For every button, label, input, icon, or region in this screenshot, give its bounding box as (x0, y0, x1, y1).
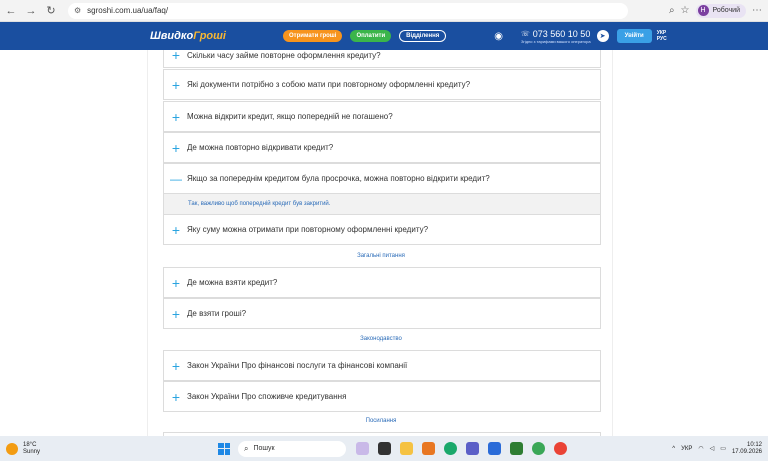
faq-item[interactable]: + Де взяти гроші? (163, 298, 601, 329)
faq-item[interactable]: + Закон України Про споживче кредитуванн… (163, 381, 601, 412)
keyboard-lang[interactable]: УКР (681, 446, 692, 452)
teams-icon[interactable] (466, 442, 480, 455)
faq-question: Закон України Про споживче кредитування (187, 392, 347, 401)
app-icon[interactable] (488, 442, 502, 455)
pay-button[interactable]: Оплатити (350, 30, 392, 42)
site-header: ШвидкоГроші Отримати гроші Оплатити Відд… (0, 22, 768, 50)
faq-question: Закон України Про фінансові послуги та ф… (187, 361, 408, 370)
edge-icon[interactable] (444, 442, 458, 455)
get-money-button[interactable]: Отримати гроші (283, 30, 343, 42)
lang-ru[interactable]: РУС (657, 36, 667, 42)
widget-app-icon[interactable] (356, 442, 370, 455)
zoom-icon[interactable]: ⌕ (669, 5, 675, 16)
plus-icon: + (171, 221, 181, 238)
forward-icon[interactable]: → (22, 2, 40, 20)
faq-item[interactable]: + Де можна взяти кредит? (163, 267, 601, 298)
faq-item[interactable]: + Які документи потрібно з собою мати пр… (163, 69, 601, 100)
weather-widget[interactable]: 18°C Sunny (6, 442, 40, 456)
clock[interactable]: 10:12 17.09.2026 (732, 442, 762, 456)
weather-temp: 18°C (23, 441, 37, 448)
profile-name: Робочий (712, 7, 740, 14)
app-icon[interactable] (510, 442, 524, 455)
windows-start-icon[interactable] (218, 442, 231, 455)
phone-subtext: Згідно з тарифами вашого оператора (521, 38, 591, 44)
search-label: Пошук (253, 445, 275, 452)
faq-item-expanded[interactable]: — Якщо за попереднім кредитом була проср… (163, 163, 601, 194)
faq-item[interactable]: + Закон України Про фінансові послуги та… (163, 350, 601, 381)
eye-icon[interactable]: ◉ (494, 31, 503, 42)
language-switch[interactable]: УКР РУС (657, 30, 667, 42)
minus-icon: — (170, 171, 182, 186)
menu-icon[interactable]: ⋯ (752, 5, 762, 16)
plus-icon: + (171, 76, 181, 93)
plus-icon: + (171, 388, 181, 405)
search-icon: ⌕ (244, 443, 249, 453)
utorrent-icon[interactable] (532, 442, 546, 455)
file-explorer-icon[interactable] (400, 442, 414, 455)
phone-number: 073 560 10 50 (532, 28, 591, 39)
section-title-law[interactable]: Законодавство (148, 336, 614, 342)
faq-item[interactable]: + Можна відкрити кредит, якщо попередній… (163, 101, 601, 132)
section-title-general[interactable]: Загальні питання (148, 253, 614, 259)
sun-icon (6, 442, 18, 455)
faq-item[interactable]: + Де можна повторно відкривати кредит? (163, 132, 601, 163)
address-bar[interactable]: ⚙ sgroshi.com.ua/ua/faq/ (68, 2, 628, 19)
profile-button[interactable]: Н Робочий (695, 3, 746, 18)
weather-desc: Sunny (23, 448, 41, 455)
faq-question: Де можна взяти кредит? (187, 278, 278, 287)
plus-icon: + (171, 305, 181, 322)
faq-question: Якщо за попереднім кредитом була просроч… (187, 174, 490, 183)
plus-icon: + (171, 139, 181, 156)
office-app-icon[interactable] (422, 442, 436, 455)
taskbar: 18°C Sunny ⌕ Пошук ^ УКР ◠ ◁ ▭ 10:12 17.… (0, 436, 768, 461)
wifi-icon[interactable]: ◠ (698, 445, 703, 452)
time: 10:12 (746, 441, 762, 448)
faq-question: Де взяти гроші? (187, 309, 247, 318)
faq-question: Яку суму можна отримати при повторному о… (187, 225, 429, 234)
chrome-icon[interactable] (554, 442, 568, 455)
avatar: Н (697, 5, 709, 16)
phone-icon: ☏ (521, 30, 530, 38)
url-text: sgroshi.com.ua/ua/faq/ (87, 6, 169, 15)
site-info-icon[interactable]: ⚙ (74, 6, 81, 15)
login-button[interactable]: Увійти (616, 29, 652, 43)
plus-icon: + (171, 357, 181, 374)
battery-icon[interactable]: ▭ (720, 445, 726, 452)
section-title-links[interactable]: Посилання (148, 418, 614, 424)
chevron-up-icon[interactable]: ^ (672, 446, 675, 452)
faq-answer: Так, важливо щоб попередній кредит був з… (163, 194, 601, 214)
logo[interactable]: ШвидкоГроші (150, 30, 226, 42)
plus-icon: + (171, 108, 181, 125)
date: 17.09.2026 (731, 448, 762, 455)
faq-question: Де можна повторно відкривати кредит? (187, 143, 334, 152)
reload-icon[interactable]: ↻ (42, 2, 60, 20)
faq-question: Які документи потрібно з собою мати при … (187, 80, 471, 89)
faq-question: Скільки часу займе повторне оформлення к… (187, 50, 381, 60)
branches-button[interactable]: Відділення (399, 30, 447, 42)
faq-question: Можна відкрити кредит, якщо попередній н… (187, 112, 393, 121)
telegram-icon[interactable]: ➤ (596, 30, 609, 42)
back-icon[interactable]: ← (2, 2, 20, 20)
star-icon[interactable]: ☆ (681, 5, 690, 16)
volume-icon[interactable]: ◁ (710, 445, 715, 452)
taskbar-search[interactable]: ⌕ Пошук (238, 440, 347, 457)
logo-main: Швидко (150, 30, 194, 42)
task-view-icon[interactable] (378, 442, 392, 455)
faq-item[interactable]: + Скільки часу займе повторне оформлення… (163, 50, 601, 68)
browser-toolbar: ← → ↻ ⚙ sgroshi.com.ua/ua/faq/ ⌕ ☆ Н Роб… (0, 0, 768, 22)
plus-icon: + (171, 50, 181, 63)
faq-item[interactable]: + Яку суму можна отримати при повторному… (163, 214, 601, 245)
logo-accent: Гроші (193, 30, 226, 42)
phone-block[interactable]: ☏ 073 560 10 50 Згідно з тарифами вашого … (521, 29, 591, 44)
page-content: + Скільки часу займе повторне оформлення… (0, 50, 768, 436)
plus-icon: + (171, 274, 181, 291)
faq-column: + Скільки часу займе повторне оформлення… (147, 50, 613, 436)
